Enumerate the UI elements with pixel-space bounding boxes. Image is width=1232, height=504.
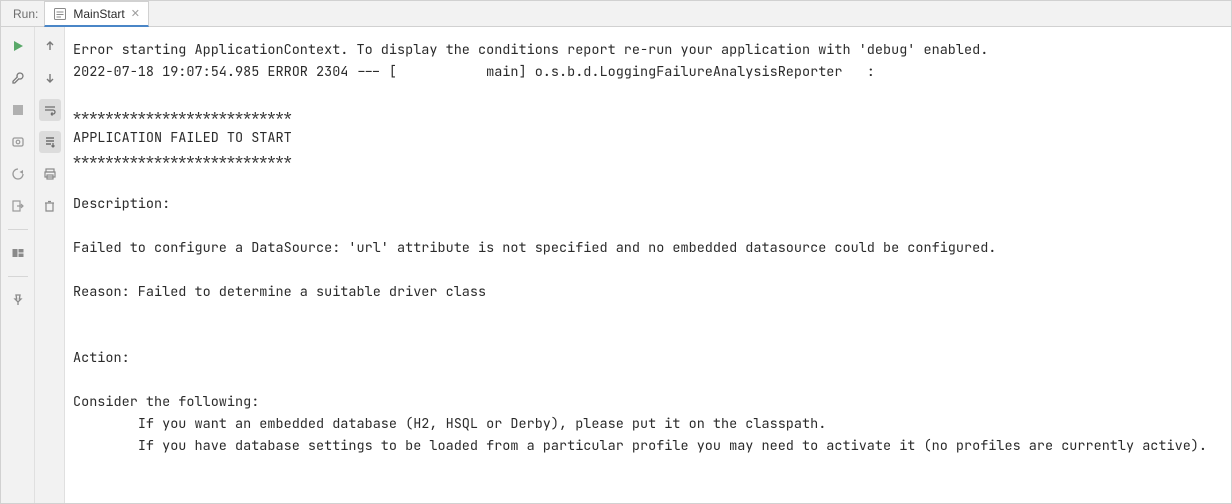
stop-button[interactable]	[7, 99, 29, 121]
scroll-to-top-icon[interactable]	[39, 35, 61, 57]
separator	[8, 229, 28, 230]
run-config-icon	[53, 7, 67, 21]
layout-icon[interactable]	[7, 242, 29, 264]
print-icon[interactable]	[39, 163, 61, 185]
scroll-to-end-icon[interactable]	[39, 131, 61, 153]
pin-icon[interactable]	[7, 289, 29, 311]
run-tab-bar: Run: MainStart ✕	[1, 1, 1231, 27]
clear-all-icon[interactable]	[39, 195, 61, 217]
separator	[8, 276, 28, 277]
console-output[interactable]: Error starting ApplicationContext. To di…	[65, 27, 1231, 503]
exit-icon[interactable]	[7, 195, 29, 217]
tab-mainstart[interactable]: MainStart ✕	[44, 1, 149, 27]
soft-wrap-icon[interactable]	[39, 99, 61, 121]
panel-label: Run:	[3, 7, 44, 21]
console-toolbar	[35, 27, 65, 503]
rerun-button[interactable]	[7, 35, 29, 57]
run-toolbar-left	[1, 27, 35, 503]
tab-label: MainStart	[73, 7, 124, 21]
dump-threads-icon[interactable]	[7, 131, 29, 153]
scroll-to-bottom-icon[interactable]	[39, 67, 61, 89]
restart-icon[interactable]	[7, 163, 29, 185]
wrench-icon[interactable]	[7, 67, 29, 89]
run-panel-body: Error starting ApplicationContext. To di…	[1, 27, 1231, 503]
close-icon[interactable]: ✕	[131, 7, 140, 20]
